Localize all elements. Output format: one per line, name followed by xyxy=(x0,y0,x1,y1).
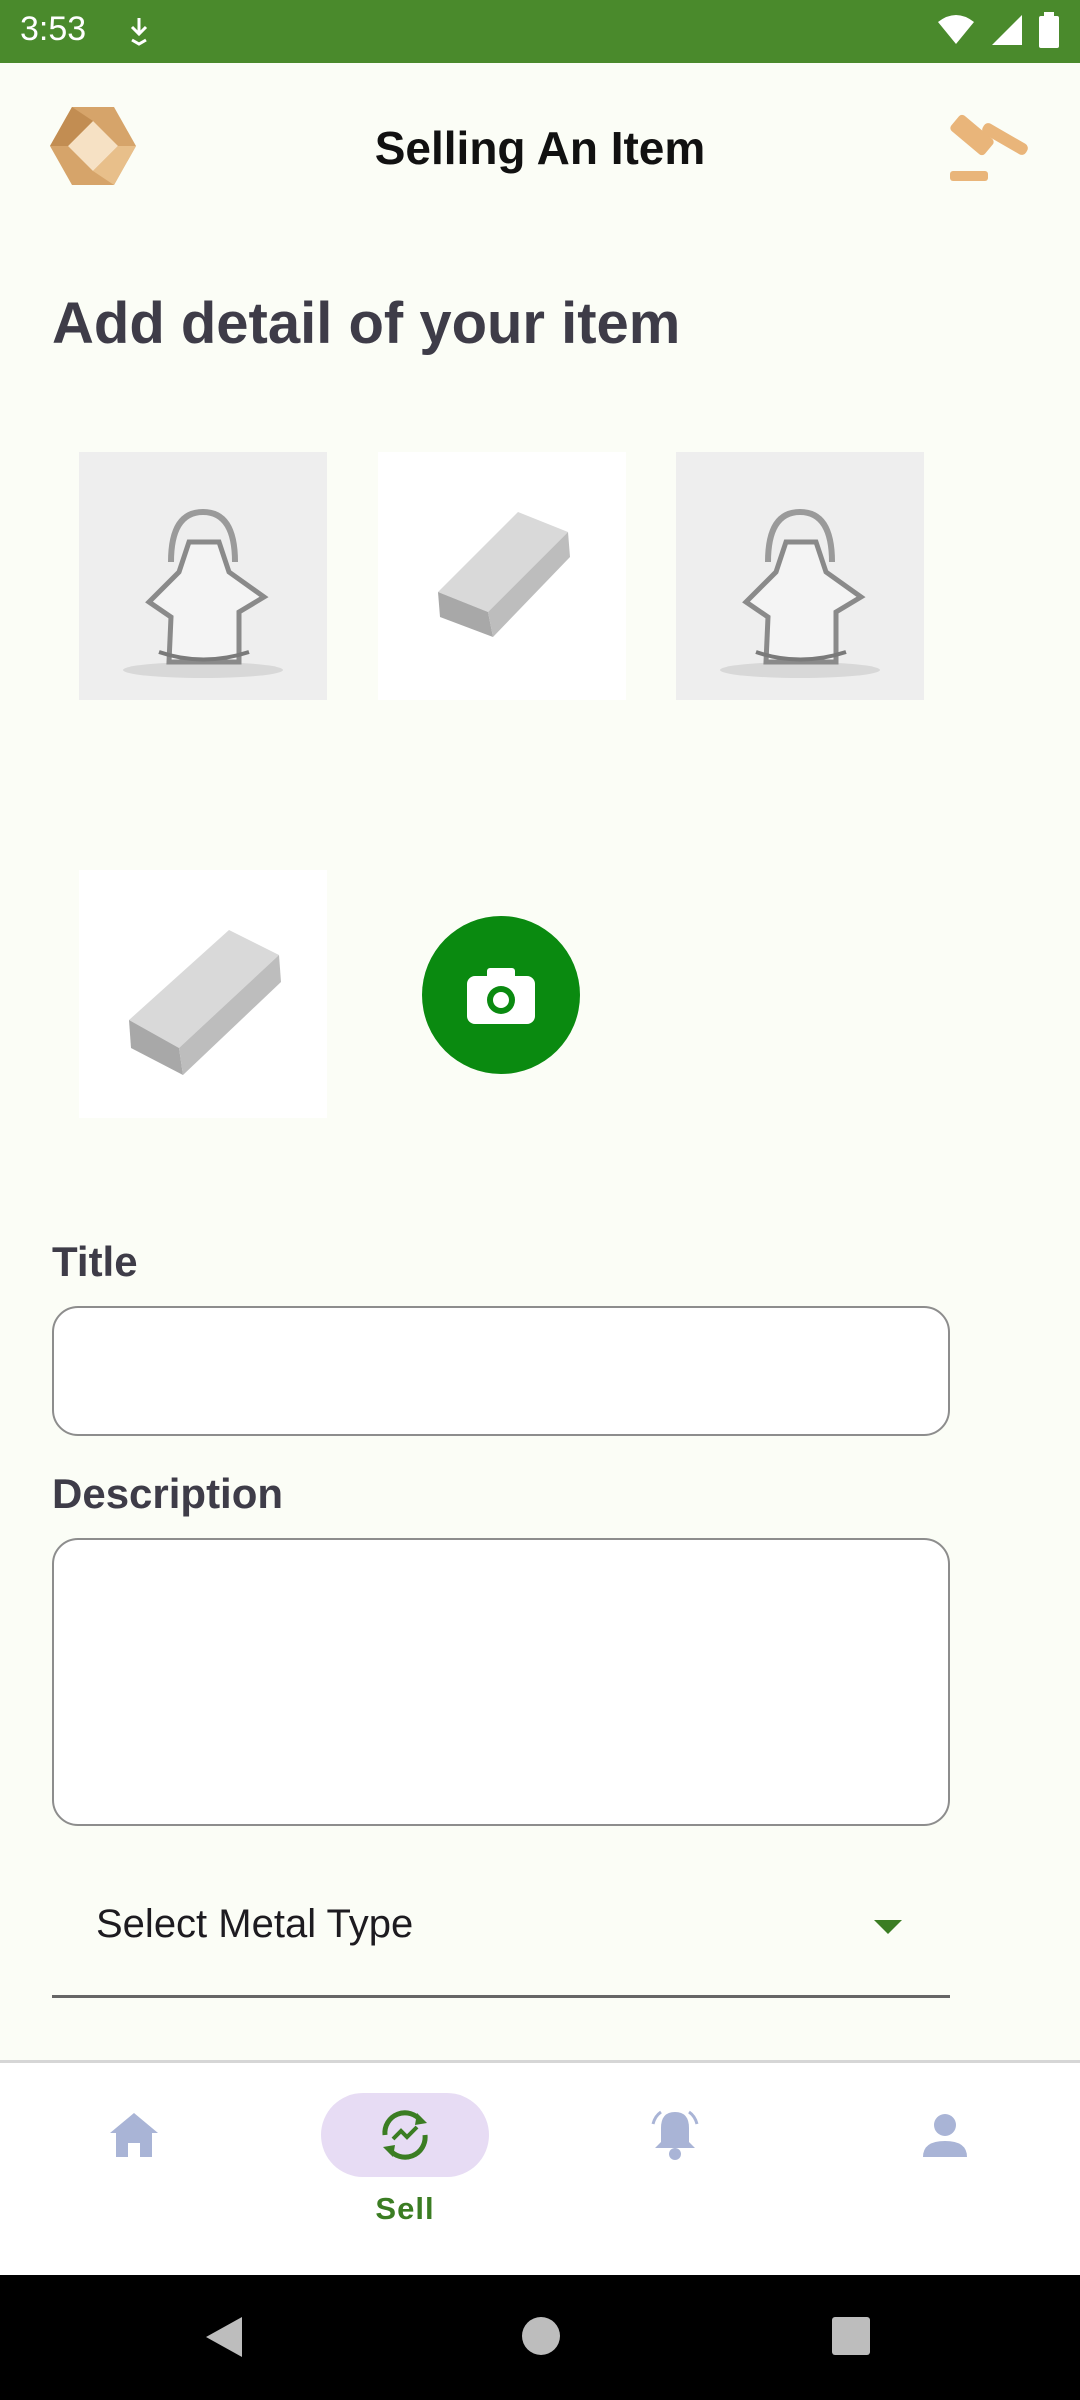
description-label: Description xyxy=(52,1470,284,1517)
item-photo-4[interactable] xyxy=(79,870,327,1118)
keychain-image xyxy=(676,452,924,700)
wifi-icon xyxy=(938,15,974,44)
status-time: 3:53 xyxy=(20,10,87,48)
item-photo-3[interactable] xyxy=(676,452,924,700)
dropdown-arrow-icon xyxy=(874,1920,902,1934)
home-icon xyxy=(110,2113,158,2157)
nav-profile[interactable] xyxy=(845,2093,1045,2253)
item-photo-2[interactable] xyxy=(378,452,626,700)
silver-bar-image xyxy=(378,452,626,700)
download-status-icon xyxy=(130,18,148,46)
section-title: Add detail of your item xyxy=(52,291,681,356)
nav-profile-pill xyxy=(861,2093,1029,2177)
system-navigation-bar xyxy=(0,2275,1080,2400)
metal-type-value: Select Metal Type xyxy=(96,1902,414,1946)
add-photo-button[interactable] xyxy=(422,916,580,1074)
nav-notifications-pill xyxy=(591,2093,759,2177)
metal-type-select[interactable]: Select Metal Type xyxy=(52,1862,950,1998)
bell-icon xyxy=(651,2110,699,2160)
nav-sell[interactable]: Sell xyxy=(305,2093,505,2253)
title-label: Title xyxy=(52,1238,138,1285)
recents-icon[interactable] xyxy=(830,2315,872,2357)
item-photo-1[interactable] xyxy=(79,452,327,700)
silver-bar-image xyxy=(79,870,327,1118)
back-icon[interactable] xyxy=(202,2315,246,2359)
app-bar: Selling An Item xyxy=(0,63,1080,233)
nav-home[interactable] xyxy=(34,2093,234,2253)
person-icon xyxy=(923,2114,967,2157)
nav-sell-pill xyxy=(321,2093,489,2177)
status-bar: 3:53 xyxy=(0,0,1080,63)
page-title: Selling An Item xyxy=(374,122,706,174)
nav-notifications[interactable] xyxy=(575,2093,775,2253)
camera-icon xyxy=(467,968,535,1024)
sell-icon xyxy=(382,2110,428,2160)
bottom-nav: Sell xyxy=(0,2060,1080,2275)
keychain-image xyxy=(79,452,327,700)
battery-icon xyxy=(1039,12,1059,48)
nav-sell-label: Sell xyxy=(375,2191,435,2226)
nav-home-pill xyxy=(50,2093,218,2177)
title-input[interactable] xyxy=(52,1306,950,1436)
gavel-icon[interactable] xyxy=(940,101,1032,191)
home-system-icon[interactable] xyxy=(520,2315,562,2357)
signal-icon xyxy=(992,15,1022,45)
description-input[interactable] xyxy=(52,1538,950,1826)
